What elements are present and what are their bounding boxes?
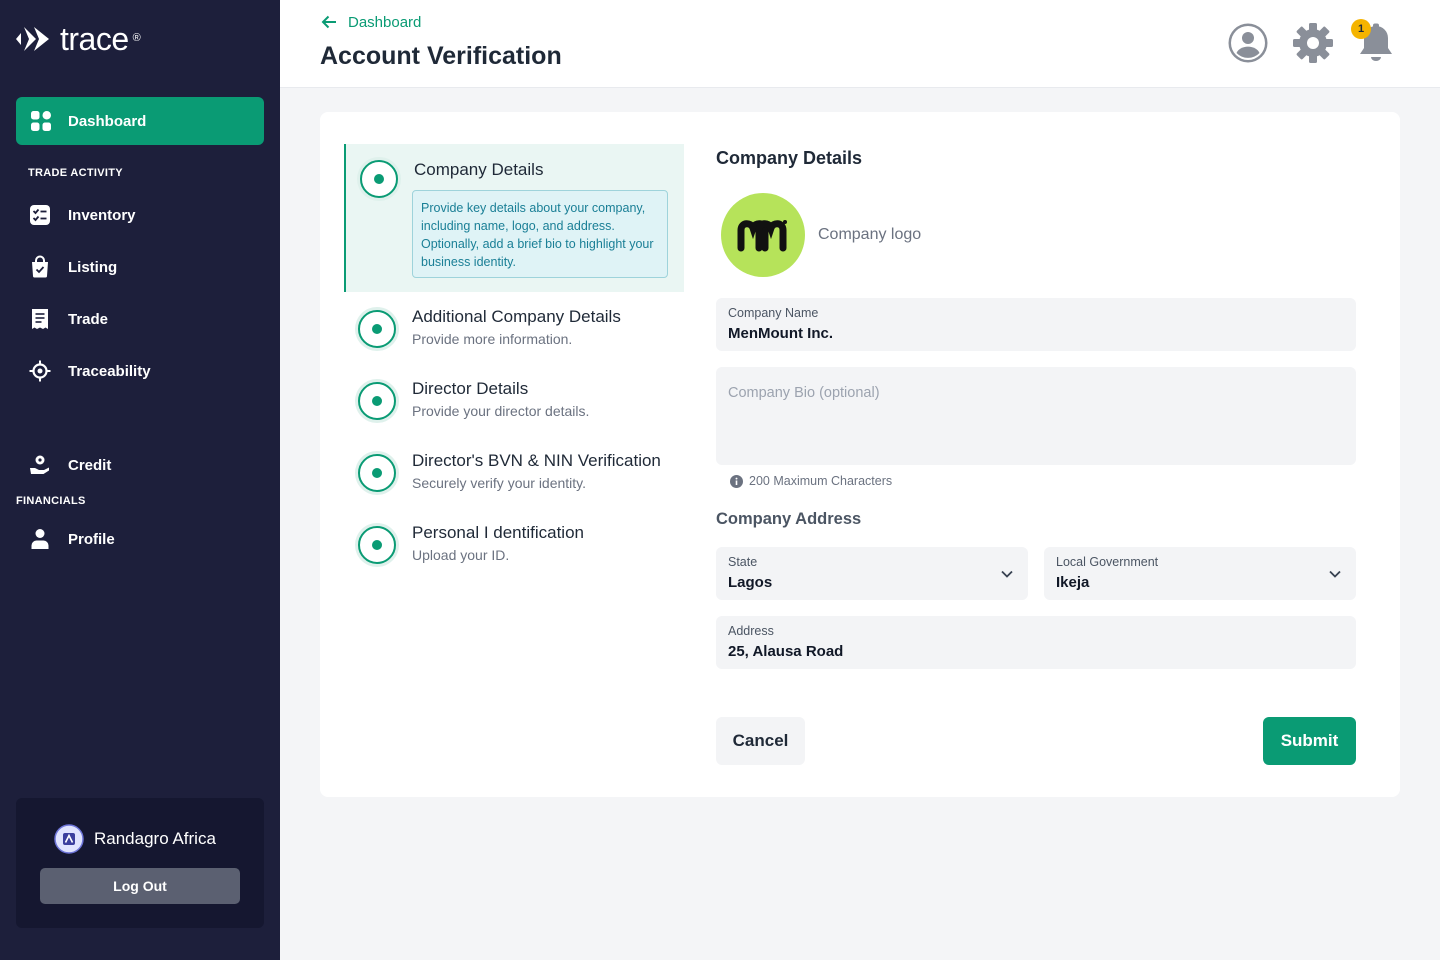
step-radio [358,382,396,420]
hand-coin-icon [30,455,49,474]
step-radio [358,454,396,492]
sidebar-item-label: Traceability [68,362,151,380]
gear-icon [1293,23,1333,63]
hint-text: 200 Maximum Characters [749,474,893,488]
page-title: Account Verification [320,42,562,70]
sidebar-item-listing[interactable]: Listing [28,253,117,281]
cancel-button[interactable]: Cancel [716,717,805,765]
field-label: Local Government [1056,555,1159,569]
field-value: Lagos [728,574,773,591]
app-logo[interactable]: trace ® [16,22,141,56]
registered-mark: ® [132,32,141,44]
sidebar-item-label: Listing [68,258,118,276]
step-title: Company Details [414,160,544,179]
step-radio [360,160,398,198]
step-title: Additional Company Details [412,307,621,326]
target-icon [29,360,51,382]
arrow-left-icon [321,15,336,29]
info-icon [730,474,743,488]
step-director-bvn-nin[interactable]: Director's BVN & NIN Verification Secure… [344,448,684,504]
sidebar-item-profile[interactable]: Profile [28,525,115,553]
bio-character-hint: 200 Maximum Characters [730,474,892,488]
account-info: Randagro Africa [54,824,216,854]
user-account-button[interactable] [1227,22,1269,66]
company-address-title: Company Address [716,510,862,528]
sidebar: trace ® Dashboard TRADE ACTIVITY Invento… [0,0,280,960]
sidebar-item-trade[interactable]: Trade [28,305,108,333]
step-personal-identification[interactable]: Personal I dentification Upload your ID. [344,520,684,576]
step-title: Director's BVN & NIN Verification [412,451,661,470]
field-label: State [728,555,758,569]
verification-card: Company Details Provide key details abou… [320,112,1400,797]
step-subtitle: Upload your ID. [412,547,510,563]
local-government-select[interactable]: Local Government Ikeja [1044,547,1356,600]
step-director-details[interactable]: Director Details Provide your director d… [344,376,684,432]
sidebar-item-traceability[interactable]: Traceability [28,357,151,385]
step-subtitle: Securely verify your identity. [412,475,587,491]
field-label: Address [728,624,774,638]
field-value: 25, Alausa Road [728,643,844,660]
step-description: Provide key details about your company, … [412,190,668,278]
sidebar-item-label: Trade [68,310,109,328]
receipt-icon [32,309,48,329]
page-header: Dashboard Account Verification 1 [280,0,1440,88]
submit-button[interactable]: Submit [1263,717,1356,765]
back-to-dashboard-link[interactable]: Dashboard [320,13,421,31]
person-icon [31,529,49,549]
company-bio-textarea[interactable]: Company Bio (optional) [716,367,1356,465]
sidebar-item-label: Credit [68,456,112,474]
settings-button[interactable] [1292,22,1334,66]
field-value: Ikeja [1056,574,1090,591]
logout-button[interactable]: Log Out [40,868,240,904]
notification-count-badge: 1 [1351,19,1371,39]
step-title: Personal I dentification [412,523,584,542]
step-title: Director Details [412,379,529,398]
sidebar-item-label: Dashboard [68,112,147,130]
user-circle-icon [1228,23,1268,63]
sidebar-item-dashboard[interactable]: Dashboard [16,97,264,145]
chevron-down-icon [1329,570,1341,578]
organization-avatar-icon [54,824,84,854]
section-label-financials: FINANCIALS [16,495,86,507]
company-name-field[interactable]: Company Name MenMount Inc. [716,298,1356,351]
step-additional-company-details[interactable]: Additional Company Details Provide more … [344,304,684,360]
logo-text: trace [60,21,129,57]
account-panel: Randagro Africa Log Out [16,798,264,928]
field-placeholder: Company Bio (optional) [728,385,880,401]
address-field[interactable]: Address 25, Alausa Road [716,616,1356,669]
form-title: Company Details [716,148,863,168]
shopping-bag-icon [32,255,48,278]
notifications-button[interactable]: 1 [1351,19,1398,66]
company-logo-icon [737,220,787,252]
chevron-down-icon [1001,570,1013,578]
sidebar-item-label: Profile [68,530,115,548]
checklist-icon [30,205,50,225]
state-select[interactable]: State Lagos [716,547,1028,600]
dashboard-grid-icon [31,111,51,131]
sidebar-item-credit[interactable]: Credit [28,451,111,479]
trace-logo-icon [16,27,49,51]
section-label-trade-activity: TRADE ACTIVITY [28,167,123,179]
sidebar-item-label: Inventory [68,206,136,224]
step-radio [358,526,396,564]
company-logo-label: Company logo [818,226,922,243]
account-name: Randagro Africa [94,829,216,848]
field-label: Company Name [728,306,819,320]
step-subtitle: Provide your director details. [412,403,590,419]
field-value: MenMount Inc. [728,325,833,342]
company-logo-upload[interactable] [721,193,805,277]
step-company-details[interactable]: Company Details Provide key details abou… [344,144,684,292]
sidebar-item-inventory[interactable]: Inventory [28,201,136,229]
back-link-label: Dashboard [348,13,422,31]
step-subtitle: Provide more information. [412,331,573,347]
step-radio [358,310,396,348]
